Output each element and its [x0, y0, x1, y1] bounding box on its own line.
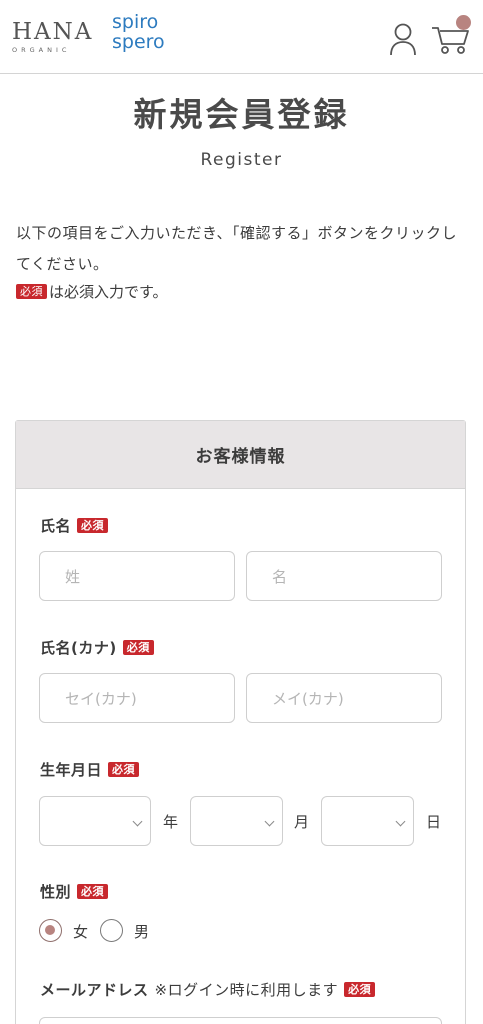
- page-subtitle: Register: [200, 150, 283, 170]
- spiro-spero-logo[interactable]: spiro spero: [112, 12, 165, 52]
- logo-hana-text: HANA: [12, 19, 94, 45]
- year-unit: 年: [163, 813, 179, 831]
- page-title: 新規会員登録: [133, 95, 350, 134]
- site-header: HANA ORGANIC spiro spero: [0, 0, 483, 74]
- required-note: は必須入力です。: [49, 283, 168, 301]
- required-legend: 必須 は必須入力です。: [16, 281, 168, 302]
- email-input[interactable]: [39, 1017, 442, 1024]
- gender-label-text: 性別: [40, 883, 72, 901]
- gender-male-label[interactable]: 男: [134, 921, 149, 942]
- required-badge: 必須: [77, 884, 109, 899]
- intro-text: 以下の項目をご入力いただき、「確認する」ボタンをクリックしてください。: [16, 224, 457, 273]
- gender-label: 性別 必須: [40, 881, 109, 902]
- birth-day-select[interactable]: [321, 796, 414, 846]
- email-note: ※ログイン時に利用します: [154, 981, 339, 999]
- day-unit: 日: [426, 813, 442, 831]
- required-badge: 必須: [16, 284, 47, 299]
- kana-label: 氏名(カナ) 必須: [40, 637, 154, 658]
- hana-organic-logo[interactable]: HANA ORGANIC: [12, 20, 93, 54]
- chevron-down-icon: [132, 816, 143, 827]
- kana-label-text: 氏名(カナ): [40, 639, 117, 657]
- birthday-label-text: 生年月日: [40, 761, 103, 779]
- name-label-text: 氏名: [40, 517, 72, 535]
- logo-hana-subtext: ORGANIC: [12, 46, 71, 54]
- required-badge: 必須: [77, 518, 109, 533]
- logo-spiro-line2: spero: [112, 31, 165, 53]
- gender-female-label[interactable]: 女: [73, 921, 88, 942]
- cart-count-badge: [456, 15, 471, 30]
- birth-year-select[interactable]: [39, 796, 151, 846]
- email-label: メールアドレス ※ログイン時に利用します 必須: [40, 979, 376, 1000]
- month-unit: 月: [294, 813, 310, 831]
- chevron-down-icon: [264, 816, 275, 827]
- user-icon[interactable]: [388, 22, 418, 56]
- first-name-input[interactable]: 名: [246, 551, 442, 601]
- birth-month-select[interactable]: [190, 796, 283, 846]
- email-label-text: メールアドレス: [40, 981, 149, 999]
- last-name-input[interactable]: 姓: [39, 551, 235, 601]
- first-name-kana-input[interactable]: メイ(カナ): [246, 673, 442, 723]
- required-badge: 必須: [344, 982, 376, 997]
- last-name-kana-input[interactable]: セイ(カナ): [39, 673, 235, 723]
- logo-spiro-line1: spiro: [112, 11, 159, 33]
- customer-info-card: お客様情報 氏名 必須 姓 名 氏名(カナ) 必須 セイ(カナ) メイ(カナ) …: [15, 420, 466, 1024]
- chevron-down-icon: [395, 816, 406, 827]
- required-badge: 必須: [108, 762, 140, 777]
- name-label: 氏名 必須: [40, 515, 109, 536]
- gender-male-radio[interactable]: [100, 919, 123, 942]
- required-badge: 必須: [122, 640, 154, 655]
- birthday-label: 生年月日 必須: [40, 759, 140, 780]
- gender-female-radio[interactable]: [39, 919, 62, 942]
- section-title: お客様情報: [16, 421, 465, 489]
